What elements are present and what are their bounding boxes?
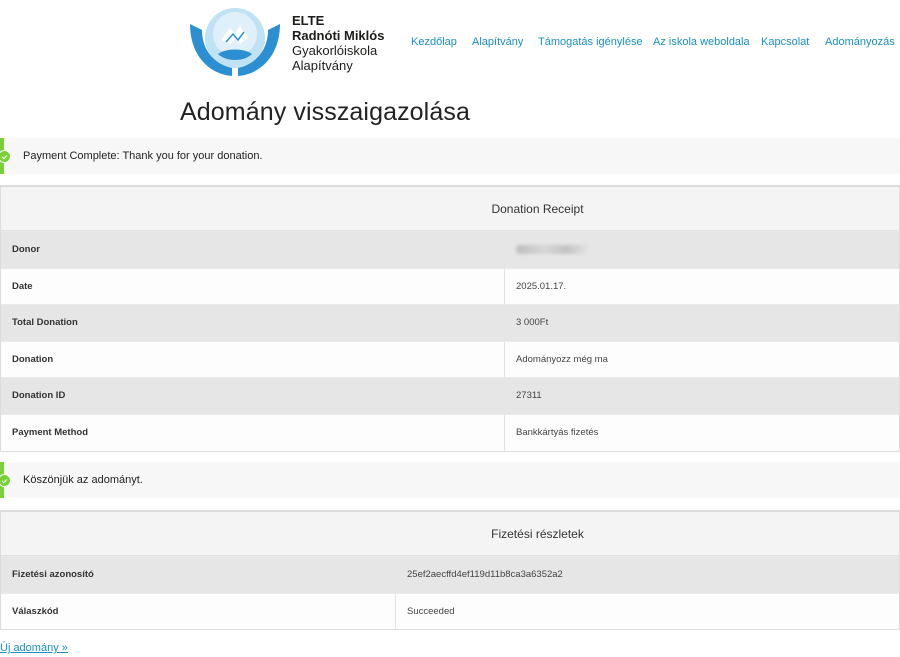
- brand-line-4: Alapítvány: [292, 58, 353, 73]
- donation-label: Donation: [12, 353, 54, 365]
- response-code-value: Succeeded: [407, 605, 455, 617]
- table-row: Total Donation 3 000Ft: [1, 304, 899, 341]
- date-value: 2025.01.17.: [516, 280, 567, 292]
- nav-item-adomanyozas[interactable]: Adományozás: [825, 36, 895, 48]
- donation-value: Adományozz még ma: [516, 353, 608, 365]
- donation-receipt-title: Donation Receipt: [491, 202, 584, 216]
- redacted-donor-name: [516, 245, 588, 254]
- donor-value: [516, 245, 588, 257]
- donation-receipt-header: Donation Receipt: [1, 187, 899, 231]
- payment-id-label: Fizetési azonosító: [12, 569, 94, 580]
- total-donation-value: 3 000Ft: [516, 317, 549, 329]
- column-divider: [504, 268, 505, 305]
- total-donation-label: Total Donation: [12, 317, 78, 329]
- payment-method-label: Payment Method: [12, 426, 89, 438]
- table-row: Donation ID 27311: [1, 377, 899, 414]
- donation-id-value: 27311: [516, 390, 542, 402]
- column-divider: [395, 593, 396, 630]
- new-donation-link[interactable]: Új adomány »: [0, 642, 68, 654]
- nav-item-tamogatas-igenylese[interactable]: Támogatás igénylése: [538, 36, 643, 48]
- donation-id-label: Donation ID: [12, 390, 66, 402]
- column-divider: [504, 341, 505, 378]
- brand-line-1: ELTE: [292, 13, 325, 28]
- donor-label: Donor: [12, 244, 40, 255]
- payment-details-title: Fizetési részletek: [491, 527, 584, 541]
- payment-complete-text: Payment Complete: Thank you for your don…: [23, 150, 263, 162]
- table-row: Donation Adományozz még ma: [1, 340, 899, 378]
- nav-item-kezdolap[interactable]: Kezdőlap: [411, 36, 457, 48]
- payment-details-header: Fizetési részletek: [1, 512, 899, 556]
- table-row: Fizetési azonosító 25ef2aecffd4ef119d11b…: [1, 556, 899, 593]
- thanks-notice: Köszönjük az adományt.: [0, 462, 900, 498]
- payment-details-table: Fizetési részletek Fizetési azonosító 25…: [0, 510, 900, 631]
- table-row: Date 2025.01.17.: [1, 267, 899, 305]
- payment-id-value: 25ef2aecffd4ef119d11b8ca3a6352a2: [407, 569, 563, 580]
- thanks-text: Köszönjük az adományt.: [23, 474, 143, 486]
- nav-item-alapitvany[interactable]: Alapítvány: [472, 36, 523, 48]
- table-row: Payment Method Bankkártyás fizetés: [1, 413, 899, 451]
- response-code-label: Válaszkód: [12, 605, 59, 617]
- table-row: Donor: [1, 231, 899, 268]
- date-label: Date: [12, 280, 33, 292]
- main-nav: Kezdőlap Alapítvány Támogatás igénylése …: [0, 36, 900, 50]
- column-divider: [504, 414, 505, 451]
- check-circle-icon: [0, 474, 11, 487]
- nav-item-kapcsolat[interactable]: Kapcsolat: [761, 36, 809, 48]
- site-header: ELTE Radnóti Miklós Gyakorlóiskola Alapí…: [0, 0, 900, 90]
- check-circle-icon: [0, 150, 11, 163]
- donation-receipt-table: Donation Receipt Donor Date 2025.01.17. …: [0, 185, 900, 452]
- payment-complete-notice: Payment Complete: Thank you for your don…: [0, 138, 900, 174]
- page-title: Adomány visszaigazolása: [180, 98, 470, 126]
- table-row: Válaszkód Succeeded: [1, 592, 899, 630]
- nav-item-iskola-weboldala[interactable]: Az iskola weboldala: [653, 36, 750, 48]
- payment-method-value: Bankkártyás fizetés: [516, 426, 599, 438]
